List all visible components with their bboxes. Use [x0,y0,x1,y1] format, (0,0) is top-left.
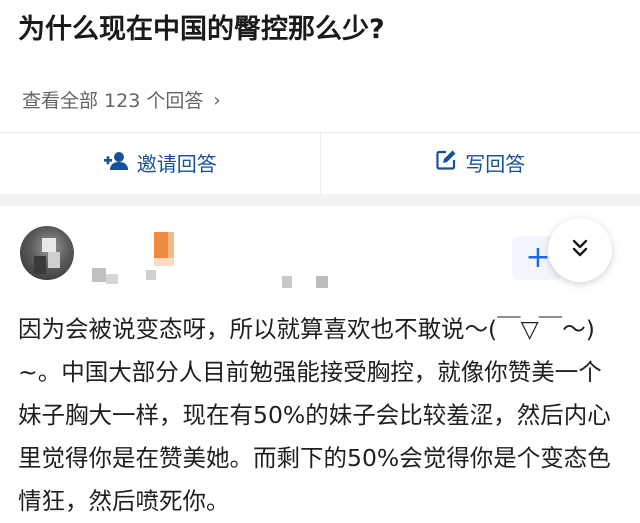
avatar-pixel [42,238,56,252]
answer-text[interactable]: 因为会被说变态呀，所以就算喜欢也不敢说～(￣▽￣～)~。中国大部分人目前勉强能接… [18,308,624,523]
question-title[interactable]: 为什么现在中国的臀控那么少? [18,10,385,50]
avatar-pixel [34,256,46,274]
edit-square-icon [435,149,457,179]
invite-answer-button[interactable]: 邀请回答 [0,133,320,195]
write-answer-label: 写回答 [465,149,525,179]
collapse-button[interactable] [548,218,612,282]
view-all-label: 查看全部 123 个回答 [22,86,203,116]
invite-answer-label: 邀请回答 [137,149,217,179]
author-avatar[interactable] [20,226,74,280]
avatar-pixel [48,252,60,268]
add-user-icon [103,149,129,179]
write-answer-button[interactable]: 写回答 [321,133,640,195]
action-bar: 邀请回答 写回答 [0,132,640,195]
double-chevron-down-icon [570,238,590,262]
view-all-answers-link[interactable]: 查看全部 123 个回答 › [22,86,221,116]
chevron-right-icon: › [213,86,220,116]
section-gap [0,194,640,206]
